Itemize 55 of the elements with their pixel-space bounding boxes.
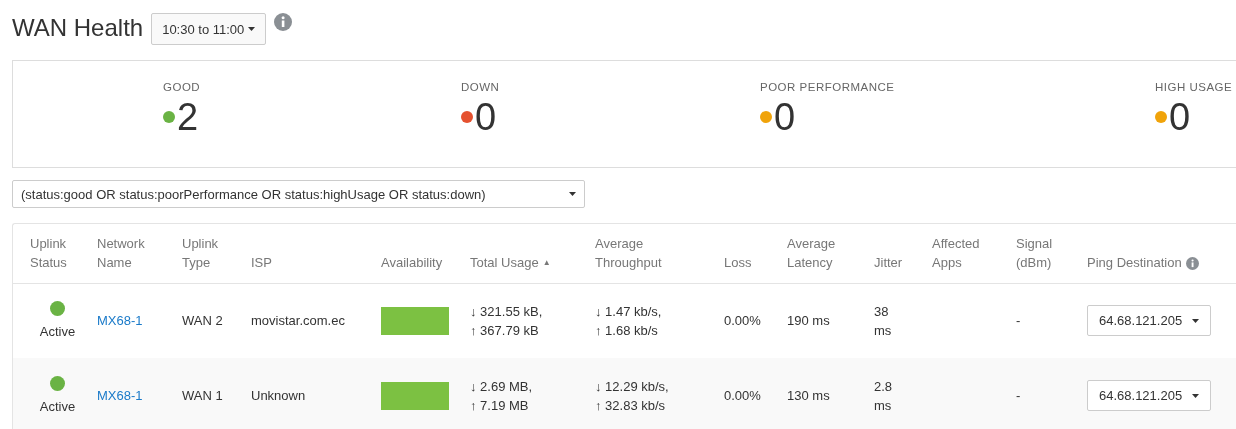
page-title: WAN Health bbox=[12, 14, 144, 42]
ping-destination-dropdown[interactable]: 64.68.121.205 bbox=[1087, 305, 1212, 337]
column-header[interactable]: Average Throughput bbox=[595, 233, 665, 272]
status-count: 2 bbox=[177, 97, 199, 137]
ping-destination-dropdown[interactable]: 64.68.121.205 bbox=[1087, 380, 1212, 411]
column-header[interactable]: Loss bbox=[724, 252, 752, 272]
table-cell-text: ↓ 12.29 kb/s, ↑ 32.83 kb/s bbox=[595, 377, 669, 415]
column-header[interactable]: Uplink Status bbox=[30, 233, 85, 272]
availability-bar bbox=[381, 381, 449, 410]
table-cell-text: WAN 2 bbox=[182, 312, 223, 331]
table-cell-text: - bbox=[1016, 387, 1021, 405]
column-header[interactable]: Network Name bbox=[97, 233, 167, 272]
status-label: DOWN bbox=[461, 81, 500, 93]
time-range-dropdown[interactable]: 10:30 to 11:00 bbox=[151, 13, 267, 45]
sort-arrow-icon: ▲ bbox=[542, 252, 551, 272]
table-cell-text: ↓ 1.47 kb/s, ↑ 1.68 kb/s bbox=[595, 302, 662, 340]
table-cell-text: 0.00% bbox=[724, 387, 761, 405]
status-count: 0 bbox=[475, 97, 497, 137]
status-text: Active bbox=[39, 322, 76, 341]
table-cell-text: - bbox=[1016, 312, 1021, 331]
table-cell-text: 38 ms bbox=[874, 302, 893, 340]
table-cell-text: WAN 1 bbox=[182, 387, 223, 405]
column-header[interactable]: Signal (dBm) bbox=[1016, 233, 1075, 272]
status-text: Active bbox=[39, 397, 76, 416]
info-icon[interactable] bbox=[1185, 257, 1199, 270]
caret-icon bbox=[1192, 318, 1200, 323]
network-link[interactable]: MX68-1 bbox=[97, 388, 143, 403]
table-cell-text: 190 ms bbox=[787, 312, 830, 331]
table-cell-text: movistar.com.ec bbox=[251, 312, 345, 331]
availability-bar bbox=[381, 306, 449, 335]
column-header[interactable]: Affected Apps bbox=[932, 233, 1002, 272]
caret-icon bbox=[1192, 393, 1200, 398]
table-cell-text: ↓ 321.55 kB, ↑ 367.79 kB bbox=[470, 302, 543, 340]
column-header[interactable]: Average Latency bbox=[787, 233, 857, 272]
column-header[interactable]: Jitter bbox=[874, 252, 903, 272]
table-cell-text: 130 ms bbox=[787, 387, 830, 405]
table-cell-text: 0.00% bbox=[724, 312, 761, 331]
column-header[interactable]: Availability bbox=[381, 252, 443, 272]
caret-icon bbox=[248, 27, 256, 31]
column-header[interactable]: ISP bbox=[251, 252, 272, 272]
status-count: 0 bbox=[1169, 97, 1191, 137]
filter-dropdown[interactable]: (status:good OR status:poorPerformance OR status:highUsage OR status:down) bbox=[12, 180, 585, 208]
status-label: HIGH USAGE bbox=[1155, 81, 1233, 93]
table-cell-text: ↓ 2.69 MB, ↑ 7.19 MB bbox=[470, 377, 533, 415]
status-label: POOR PERFORMANCE bbox=[760, 81, 895, 93]
column-header[interactable]: Ping Destination bbox=[1087, 252, 1182, 272]
table-cell-text: 2.8 ms bbox=[874, 377, 894, 415]
column-header[interactable]: Uplink Type bbox=[182, 233, 239, 272]
status-label: GOOD bbox=[163, 81, 201, 93]
info-icon[interactable] bbox=[274, 13, 293, 31]
column-header[interactable]: Total Usage bbox=[470, 252, 539, 272]
network-link[interactable]: MX68-1 bbox=[97, 313, 143, 329]
caret-icon bbox=[569, 192, 576, 196]
table-cell-text: Unknown bbox=[251, 387, 306, 405]
status-count: 0 bbox=[774, 97, 796, 137]
